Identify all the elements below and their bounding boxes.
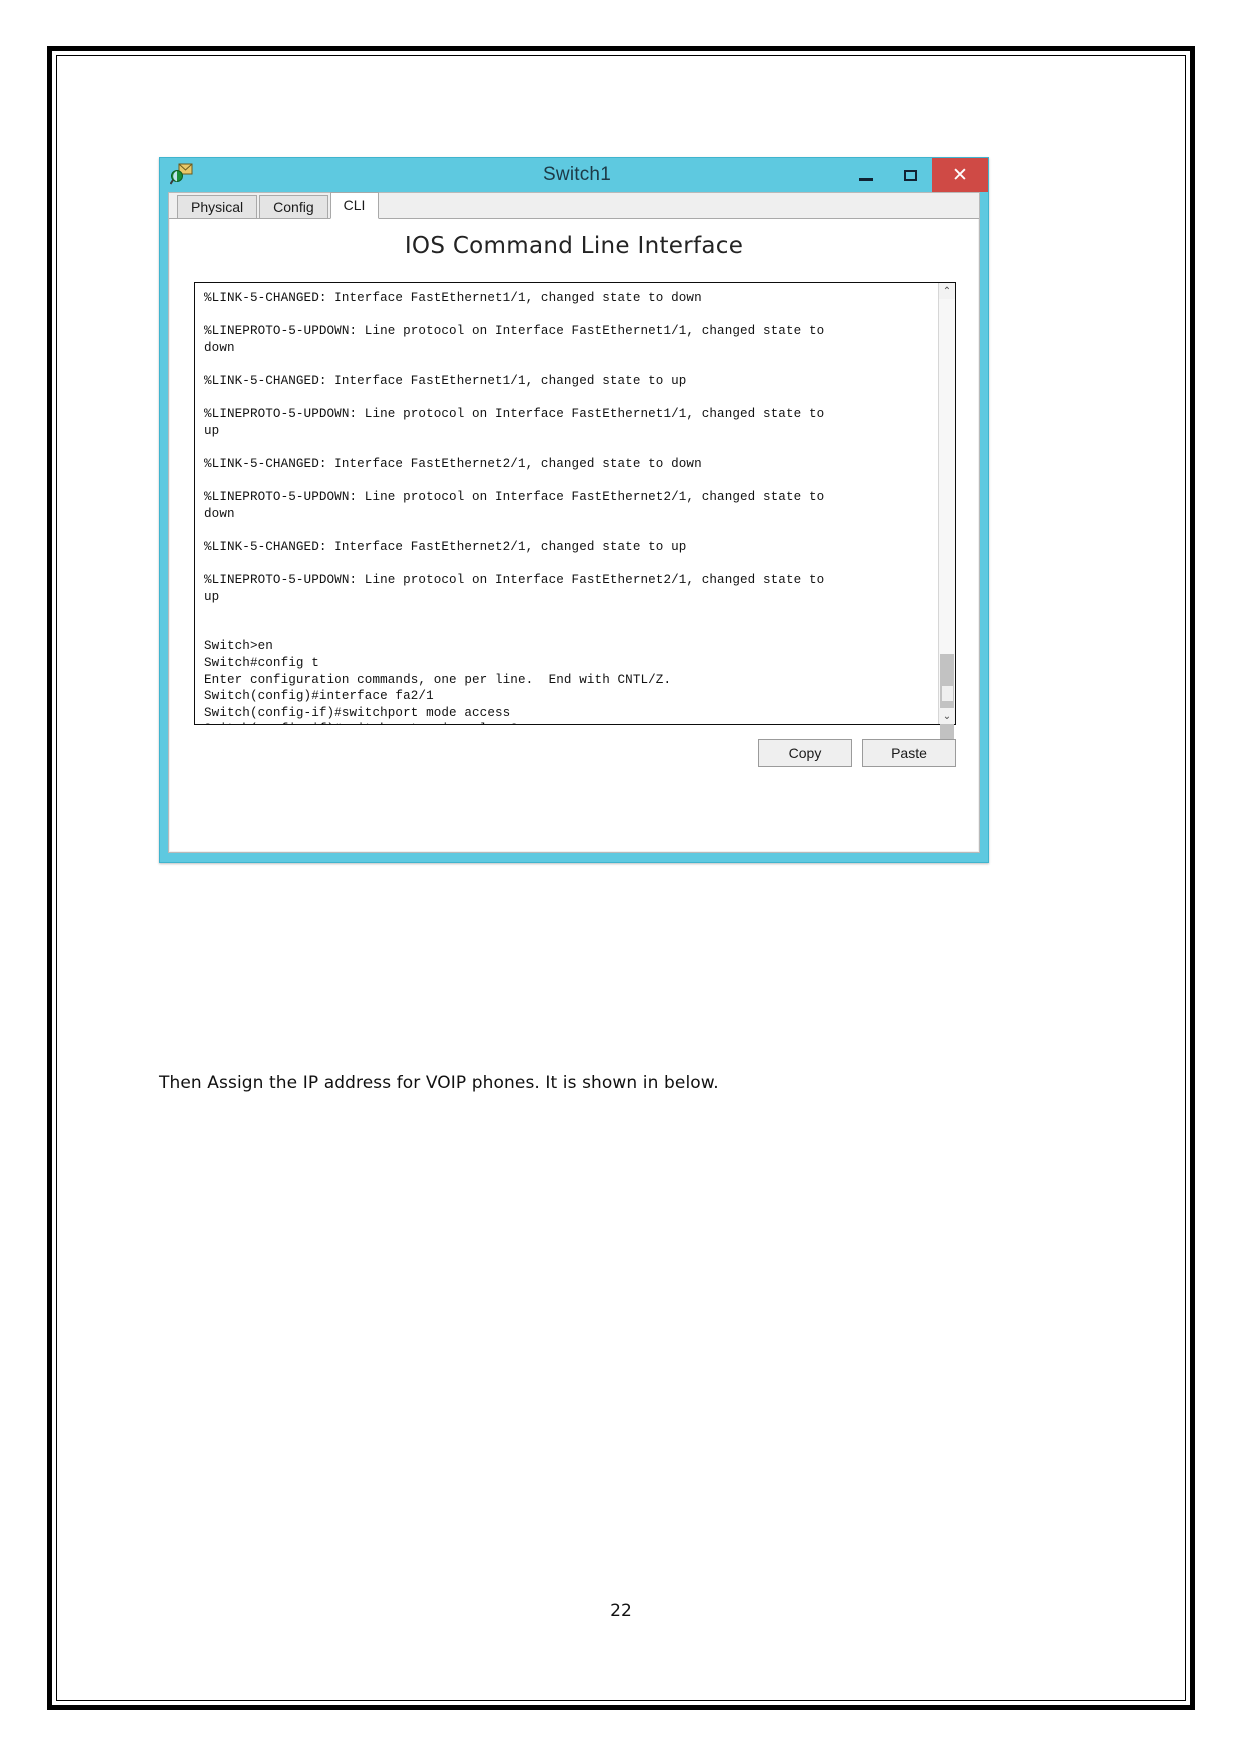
scrollbar-thumb[interactable]	[940, 654, 954, 739]
paste-button[interactable]: Paste	[862, 739, 956, 767]
cli-heading: IOS Command Line Interface	[404, 233, 744, 259]
scroll-down-arrow-icon[interactable]: ⌄	[939, 708, 955, 724]
window-body: Physical Config CLI IOS Command Line Int…	[168, 192, 980, 853]
document-page-border: Switch1 ✕ Physical Config CLI IOS Comman…	[47, 46, 1195, 1710]
document-page-inner-border: Switch1 ✕ Physical Config CLI IOS Comman…	[56, 55, 1186, 1701]
tab-strip: Physical Config CLI	[169, 192, 979, 219]
minimize-button[interactable]	[844, 158, 888, 192]
cli-button-row: Copy Paste	[758, 739, 956, 767]
tab-physical[interactable]: Physical	[177, 195, 258, 218]
scroll-up-arrow-icon[interactable]: ⌃	[939, 283, 955, 299]
document-page-content: Switch1 ✕ Physical Config CLI IOS Comman…	[57, 56, 1185, 1700]
cli-tab-panel: IOS Command Line Interface %LINK-5-CHANG…	[170, 219, 978, 851]
close-icon: ✕	[952, 164, 968, 186]
close-button[interactable]: ✕	[932, 158, 988, 192]
maximize-icon	[903, 169, 917, 181]
switch-device-window: Switch1 ✕ Physical Config CLI IOS Comman…	[159, 157, 989, 863]
copy-button[interactable]: Copy	[758, 739, 852, 767]
window-titlebar[interactable]: Switch1 ✕	[160, 158, 988, 192]
window-controls: ✕	[844, 158, 988, 192]
tab-config[interactable]: Config	[259, 195, 328, 218]
cli-scrollbar[interactable]: ⌃ ⌄	[938, 283, 955, 739]
document-caption: Then Assign the IP address for VOIP phon…	[159, 1073, 719, 1093]
minimize-icon	[859, 177, 873, 181]
packet-tracer-icon	[169, 163, 194, 185]
tab-cli[interactable]: CLI	[329, 192, 380, 219]
cli-console-output: %LINK-5-CHANGED: Interface FastEthernet1…	[204, 291, 825, 724]
maximize-button[interactable]	[888, 158, 932, 192]
cli-console-text[interactable]: %LINK-5-CHANGED: Interface FastEthernet1…	[195, 283, 938, 724]
cli-console[interactable]: %LINK-5-CHANGED: Interface FastEthernet1…	[194, 282, 956, 739]
scrollbar-track[interactable]	[939, 299, 955, 739]
page-number: 22	[610, 1601, 632, 1621]
